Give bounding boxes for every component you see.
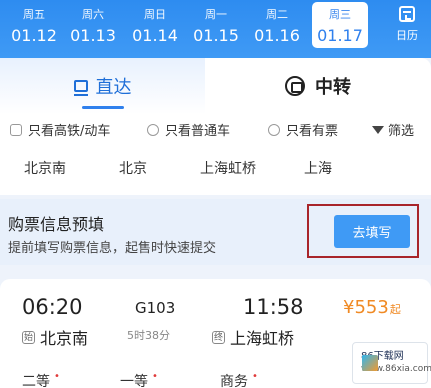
departure-station: 始 北京南: [22, 325, 88, 349]
mode-tabs: 直达 中转: [0, 58, 431, 114]
tab-transfer[interactable]: 中转: [205, 58, 431, 114]
filter-bar: 只看高铁/动车 只看普通车 只看有票 筛选: [0, 120, 431, 140]
seat-dot: •: [252, 371, 258, 382]
seat-class: 商务 •: [220, 371, 258, 388]
train-icon: [73, 80, 88, 96]
seat-class: 二等 •: [22, 371, 60, 388]
checkbox-icon: [10, 123, 22, 136]
date-value: 01.17: [317, 26, 363, 45]
checkbox-icon: [147, 123, 159, 136]
date-item[interactable]: 周二 01.16: [249, 0, 305, 48]
seat-dot: •: [54, 371, 60, 382]
filter-regular-label: 只看普通车: [165, 124, 231, 139]
calendar-icon: [399, 6, 415, 22]
seat-class: 一等 •: [120, 371, 158, 388]
station-chip[interactable]: 上海: [304, 158, 332, 178]
arrival-station-name: 上海虹桥: [230, 329, 295, 348]
checkbox-icon: [268, 123, 280, 136]
tab-direct-label: 直达: [95, 77, 132, 98]
date-value: 01.15: [193, 26, 239, 45]
departure-time: 06:20: [22, 295, 83, 319]
trip-duration: 5时38分: [127, 329, 170, 342]
station-chip[interactable]: 上海虹桥: [200, 158, 256, 178]
date-value: 01.13: [70, 26, 116, 45]
arrival-time: 11:58: [243, 295, 304, 319]
origin-badge-icon: 始: [22, 330, 35, 344]
filter-available-label: 只看有票: [286, 124, 339, 139]
date-item[interactable]: 周一 01.15: [188, 0, 244, 48]
date-item[interactable]: 周五 01.12: [6, 0, 62, 48]
filter-available[interactable]: 只看有票: [268, 120, 338, 139]
terminal-badge-icon: 终: [212, 330, 225, 344]
filter-high-speed-label: 只看高铁/动车: [28, 124, 111, 139]
price-suffix: 起: [389, 303, 401, 316]
prefill-description: 提前填写购票信息，起售时快速提交: [8, 241, 217, 256]
date-weekday: 周五: [23, 8, 45, 21]
date-weekday: 周三: [329, 8, 351, 21]
date-item[interactable]: 周日 01.14: [127, 0, 183, 48]
prefill-button[interactable]: 去填写: [334, 215, 410, 248]
search-card: 直达 中转 只看高铁/动车 只看普通车 只看有票 筛选 北京南 北京 上海虹桥 …: [0, 58, 431, 195]
date-value: 01.12: [11, 26, 57, 45]
date-weekday: 周日: [144, 8, 166, 21]
filter-high-speed[interactable]: 只看高铁/动车: [10, 120, 110, 139]
station-chip[interactable]: 北京: [119, 158, 147, 178]
tab-transfer-label: 中转: [315, 77, 351, 98]
seat-dot: •: [152, 371, 158, 382]
seat-class-label: 一等: [120, 374, 148, 388]
date-strip: 周五 01.12 周六 01.13 周日 01.14 周一 01.15 周二 0…: [0, 0, 431, 58]
filter-button[interactable]: 筛选: [372, 120, 414, 139]
date-weekday: 周一: [205, 8, 227, 21]
date-weekday: 周二: [266, 8, 288, 21]
ticket-price: ¥553起: [343, 297, 401, 318]
calendar-label: 日历: [396, 29, 418, 42]
station-chip[interactable]: 北京南: [24, 158, 66, 178]
funnel-icon: [372, 125, 384, 134]
arrival-station: 终 上海虹桥: [212, 325, 294, 349]
filter-button-label: 筛选: [388, 124, 415, 139]
transfer-icon: [285, 76, 305, 96]
date-item-selected[interactable]: 周三 01.17: [312, 2, 368, 48]
seat-class-label: 二等: [22, 374, 50, 388]
departure-station-name: 北京南: [40, 329, 89, 348]
calendar-button[interactable]: 日历: [392, 6, 422, 43]
date-value: 01.16: [254, 26, 300, 45]
watermark-logo: 86下载网 www.86xia.com: [352, 342, 431, 384]
date-item[interactable]: 周六 01.13: [65, 0, 121, 48]
tab-direct[interactable]: 直达: [0, 58, 205, 114]
prefill-title: 购票信息预填: [8, 215, 105, 234]
filter-regular[interactable]: 只看普通车: [147, 120, 230, 139]
date-value: 01.14: [132, 26, 178, 45]
station-chips: 北京南 北京 上海虹桥 上海: [0, 158, 431, 182]
date-weekday: 周六: [82, 8, 104, 21]
train-number: G103: [135, 299, 176, 317]
seat-class-label: 商务: [220, 374, 248, 388]
price-value: ¥553: [343, 297, 389, 318]
